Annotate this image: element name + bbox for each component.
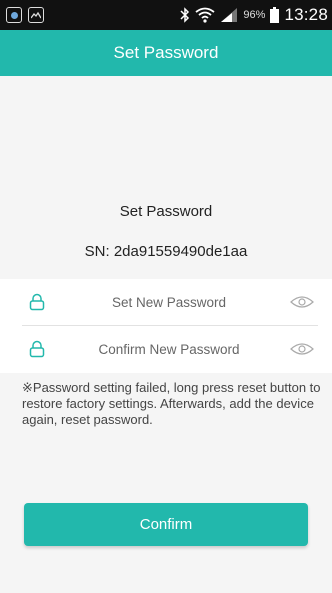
show-password-icon[interactable]	[288, 339, 316, 359]
bluetooth-icon	[180, 7, 190, 23]
lock-icon	[28, 338, 50, 360]
battery-icon	[270, 7, 280, 23]
app-header: Set Password	[0, 30, 332, 76]
reset-warning: ※Password setting failed, long press res…	[22, 380, 321, 427]
wifi-icon	[195, 7, 215, 23]
confirm-password-input[interactable]	[50, 341, 288, 357]
header-title: Set Password	[113, 43, 219, 62]
status-bar: 96% 13:28	[0, 0, 332, 30]
password-form	[0, 279, 332, 373]
confirm-button[interactable]: Confirm	[24, 503, 308, 546]
status-bar-right: 96% 13:28	[180, 5, 328, 25]
show-password-icon[interactable]	[288, 292, 316, 312]
confirm-password-row	[22, 326, 318, 372]
status-bar-left	[6, 7, 44, 23]
new-password-input[interactable]	[50, 294, 288, 310]
status-time: 13:28	[284, 5, 328, 24]
app-icon	[6, 7, 22, 23]
battery-percent: 96%	[243, 9, 266, 21]
new-password-row	[22, 279, 318, 326]
image-icon	[28, 7, 44, 23]
lock-icon	[28, 291, 50, 313]
signal-icon	[221, 8, 238, 22]
serial-number: SN: 2da91559490de1aa	[84, 243, 248, 260]
info-title: Set Password	[119, 203, 213, 220]
